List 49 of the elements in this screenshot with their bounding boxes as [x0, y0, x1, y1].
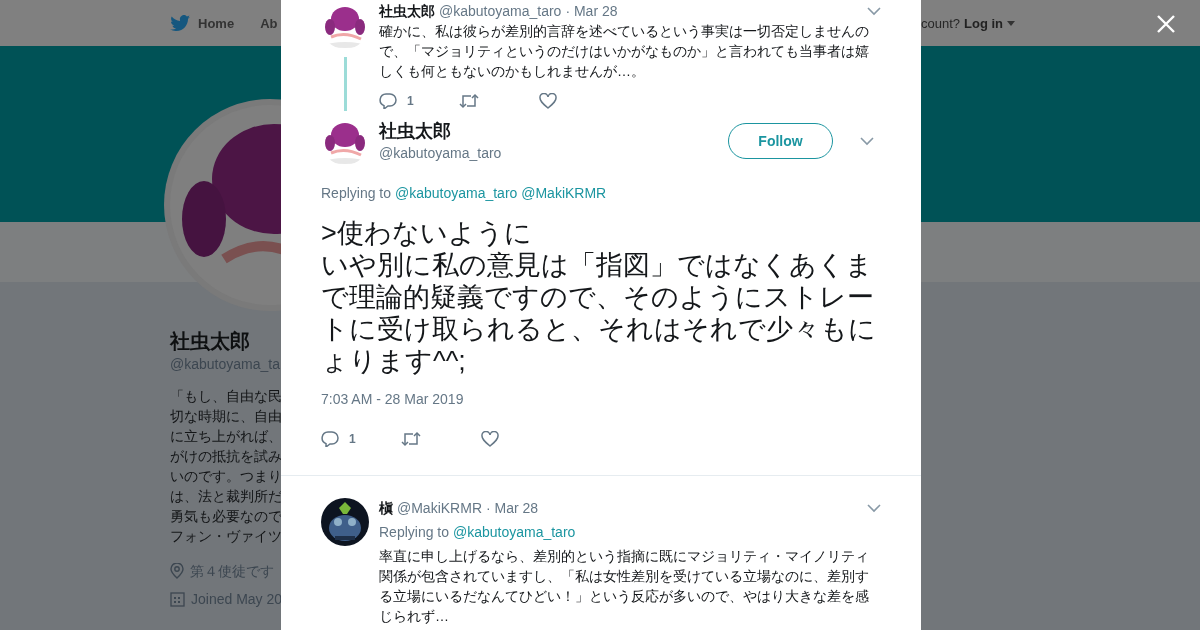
nav-link[interactable]: Home: [170, 15, 235, 31]
bio-line: いのです。つまり: [170, 467, 282, 486]
replying-to-text: Replying to @kabutoyama_taro @MakiKRMR: [321, 184, 608, 203]
tweet-date[interactable]: · Mar 28: [486, 498, 539, 518]
tweet-text: 確かに、私は彼らが差別的言辞を述べているという事実は一切否定しませんので、「マジョリティというのだけはいかがなものか」と言われても当事者は嬉しくも何ともないのかもしれませんが…。: [379, 22, 870, 81]
reply-icon[interactable]: [321, 431, 339, 447]
reply-icon[interactable]: [379, 93, 397, 109]
tweet-text: いや別に私の意見は「指図」ではなくあくまで理論的疑義ですので、そのようにストレートに受け取られると、それはそれで少々もにょります^^;: [321, 249, 877, 377]
replying-to-text: Replying to @kabutoyama_taro: [379, 523, 577, 542]
login-prompt: count?: [920, 15, 960, 31]
profile-name: 社虫太郎: [170, 329, 250, 354]
mention-link[interactable]: @kabutoyama_taro: [394, 185, 518, 201]
chevron-icon[interactable]: [860, 137, 874, 146]
bio-line: に立ち上がれば、: [170, 427, 282, 446]
heart-icon[interactable]: [539, 93, 557, 109]
close-icon[interactable]: [1157, 15, 1175, 33]
login-link[interactable]: Log in: [964, 15, 1003, 31]
chevron-icon[interactable]: [867, 503, 881, 513]
tweet-text: 率直に申し上げるなら、差別的という指摘に既にマジョリティ・マイノリティ関係が包含されていますし、「私は女性差別を受けている立場なのに、差別する立場にいるだなんてひどい！」という反応が多いので、やはり大きな差を感じられず…: [379, 547, 870, 626]
bird-icon: [170, 15, 190, 31]
user-name[interactable]: 槇: [379, 498, 393, 518]
thread-line: [343, 57, 347, 111]
caret-icon: [1007, 20, 1015, 26]
heart-icon[interactable]: [481, 431, 499, 447]
user-handle[interactable]: @kabutoyama_taro: [439, 1, 562, 21]
tweet-date[interactable]: · Mar 28: [565, 1, 618, 21]
bio-line: 切な時期に、自由: [170, 407, 282, 426]
location-icon: [170, 563, 184, 579]
tweet-text: >使わないように: [321, 217, 533, 249]
user-handle[interactable]: @MakiKRMR: [397, 498, 482, 518]
user-name[interactable]: 社虫太郎: [379, 1, 435, 21]
follow-button[interactable]: Follow: [728, 123, 833, 159]
user-handle[interactable]: @kabutoyama_taro: [379, 143, 502, 163]
bio-line: フォン・ヴァイツ: [170, 527, 282, 546]
bio-line: 「もし、自由な民: [170, 387, 282, 406]
calendar-icon: [170, 591, 185, 607]
bio-line: がけの抵抗を試み: [170, 447, 282, 466]
retweet-icon[interactable]: [459, 93, 479, 109]
mention-link[interactable]: @kabutoyama_taro: [452, 524, 576, 540]
nav-link[interactable]: Ab: [260, 15, 278, 31]
user-name[interactable]: 社虫太郎: [379, 119, 502, 143]
reply-count: 1: [407, 94, 414, 108]
tweet-timestamp[interactable]: 7:03 AM - 28 Mar 2019: [321, 389, 881, 409]
bio-line: は、法と裁判所だ: [170, 487, 282, 506]
bio-line: 勇気も必要なので: [170, 507, 282, 526]
chevron-icon[interactable]: [867, 6, 881, 16]
retweet-icon[interactable]: [401, 431, 421, 447]
mention-link[interactable]: @MakiKRMR: [521, 185, 607, 201]
reply-count: 1: [349, 432, 356, 446]
